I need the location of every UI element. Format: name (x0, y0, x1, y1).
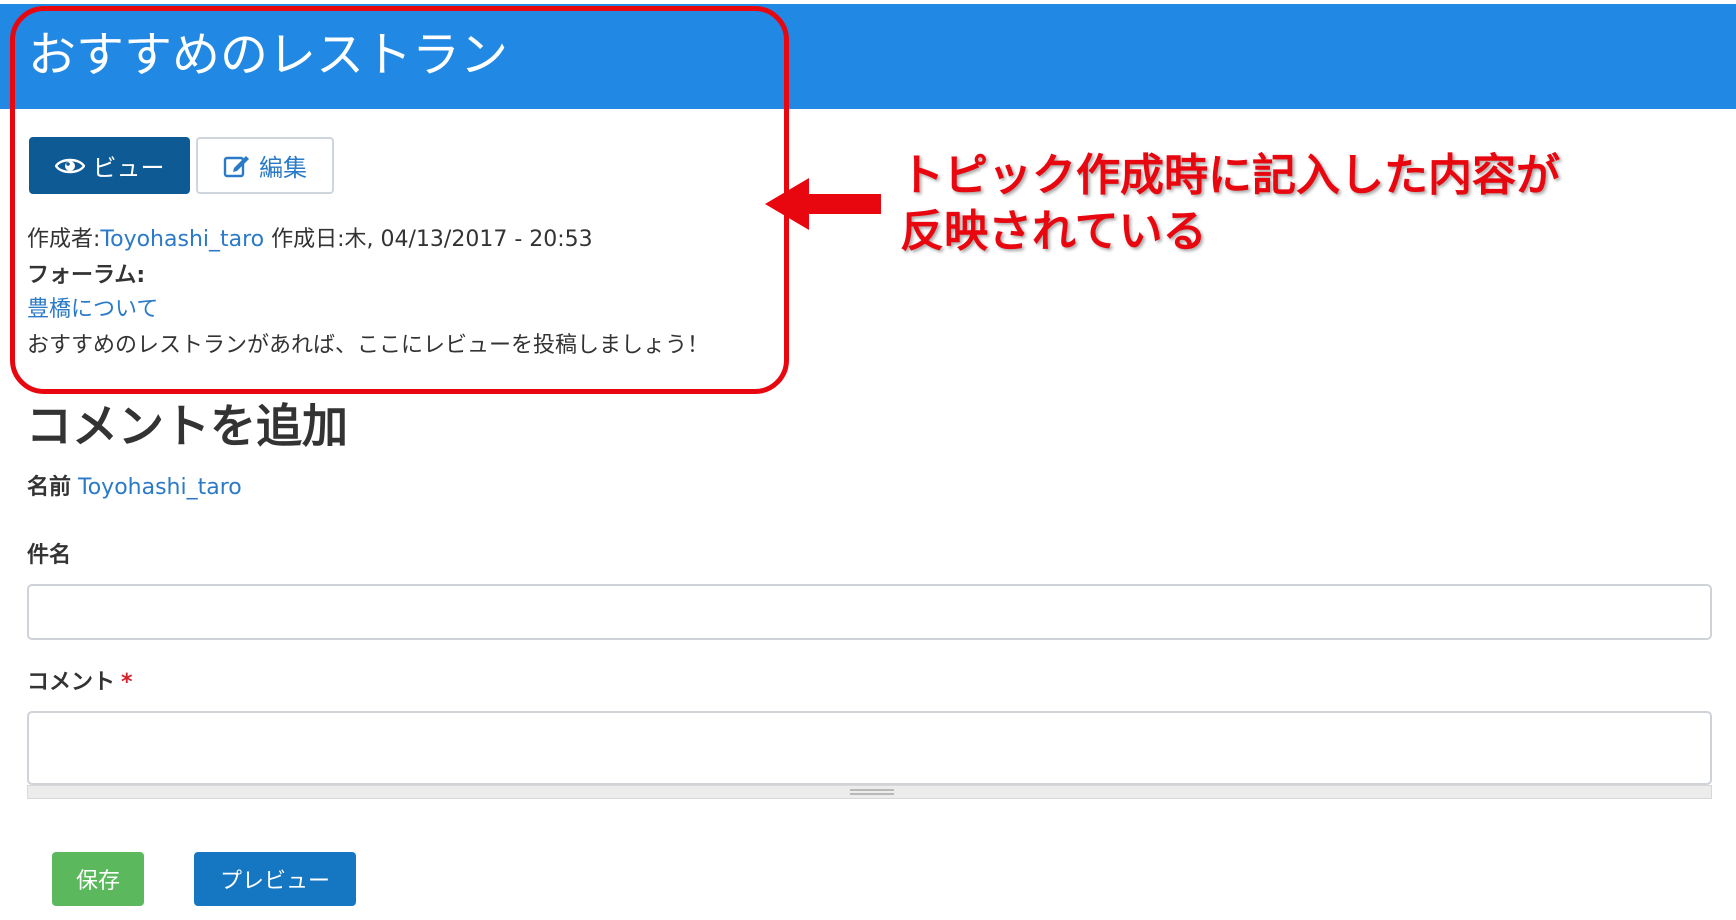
annotation-line-1: トピック作成時に記入した内容が (900, 150, 1560, 201)
required-mark: * (121, 670, 133, 695)
name-link[interactable]: Toyohashi_taro (78, 475, 242, 500)
tab-edit[interactable]: 編集 (196, 137, 334, 194)
tab-bar: ビュー 編集 (29, 137, 334, 194)
submitted-info: 作成者:Toyohashi_taro 作成日:木, 04/13/2017 - 2… (27, 226, 593, 254)
comment-textarea[interactable] (27, 711, 1712, 785)
author-link[interactable]: Toyohashi_taro (100, 227, 264, 252)
eye-icon (54, 156, 85, 176)
tab-view[interactable]: ビュー (29, 137, 190, 194)
forum-label: フォーラム: (27, 263, 146, 288)
comment-label-row: コメント * (27, 669, 133, 697)
arrow-left-icon (765, 178, 885, 234)
topic-body: おすすめのレストランがあれば、ここにレビューを投稿しましょう！ (27, 333, 710, 358)
tab-edit-label: 編集 (259, 154, 307, 182)
page: おすすめのレストラン ビュー 編集 作成者:Toyohashi_taro 作成日… (0, 0, 1736, 920)
grip-icon (850, 789, 894, 795)
date-prefix: 作成日: (264, 227, 345, 252)
name-label: 名前 (27, 475, 72, 500)
author-prefix: 作成者: (27, 227, 101, 252)
page-title: おすすめのレストラン (28, 27, 509, 83)
textarea-resize-handle[interactable] (27, 785, 1712, 799)
comment-section-title: コメントを追加 (26, 399, 348, 453)
comment-label: コメント (27, 670, 116, 695)
subject-input[interactable] (27, 584, 1712, 640)
preview-button[interactable]: プレビュー (194, 852, 356, 906)
save-button[interactable]: 保存 (52, 852, 144, 906)
annotation-line-2: 反映されている (900, 206, 1207, 257)
subject-label: 件名 (27, 543, 72, 568)
edit-icon (223, 153, 251, 179)
annotation-text: トピック作成時に記入した内容が 反映されている (900, 148, 1560, 260)
forum-link[interactable]: 豊橋について (27, 296, 158, 324)
tab-view-label: ビュー (92, 154, 165, 182)
name-row: 名前 Toyohashi_taro (27, 474, 242, 502)
created-date: 木, 04/13/2017 - 20:53 (344, 227, 593, 252)
